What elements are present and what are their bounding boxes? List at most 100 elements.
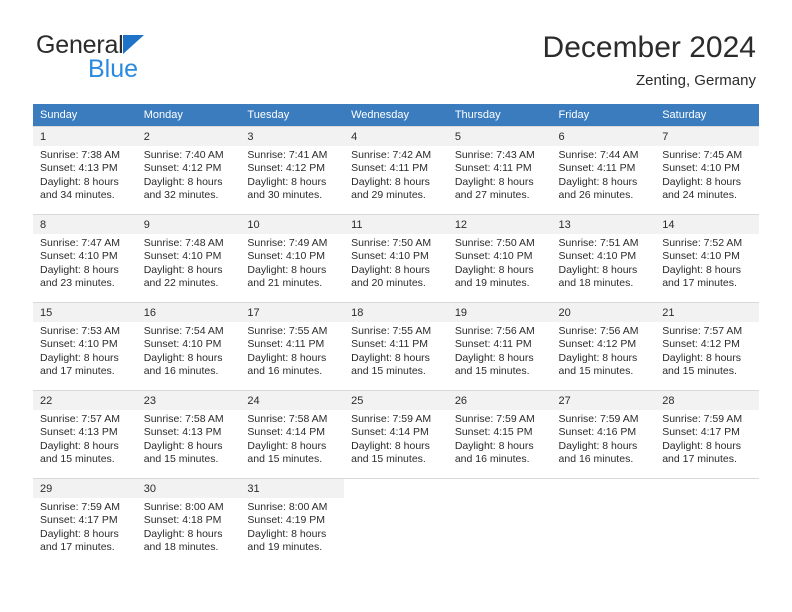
sunrise-text: Sunrise: 7:43 AM — [454, 149, 535, 161]
calendar-day-cell[interactable]: 31 Sunrise: 8:00 AM Sunset: 4:19 PM Dayligh… — [240, 478, 345, 555]
daylight-text-line2: and 15 minutes. — [40, 453, 115, 466]
calendar-day-cell[interactable]: 8 Sunrise: 7:47 AM Sunset: 4:10 PM Daylight… — [33, 214, 137, 290]
sunrise-text: Sunrise: 7:58 AM — [247, 413, 328, 425]
day-details: Sunrise: 7:59 AM Sunset: 4:15 PM Daylight:… — [448, 410, 552, 467]
calendar-page: General Blue December 2024 Zenting, Germ… — [0, 0, 792, 612]
daylight-text-line2: and 22 minutes. — [143, 277, 219, 290]
daylight-text-line1: Daylight: 8 hours — [40, 439, 119, 452]
calendar-day-cell[interactable]: 30 Sunrise: 8:00 AM Sunset: 4:18 PM Dayligh… — [136, 478, 241, 554]
day-cell-inner: 17 Sunrise: 7:55 AM Sunset: 4:11 PM Dayligh… — [240, 302, 345, 378]
day-details — [552, 498, 656, 501]
daylight-text-line2: and 19 minutes. — [247, 541, 323, 554]
day-details: Sunrise: 7:42 AM Sunset: 4:11 PM Daylight:… — [344, 146, 448, 203]
calendar-day-cell[interactable]: 22 Sunrise: 7:57 AM Sunset: 4:13 PM Dayligh… — [33, 390, 137, 466]
sunrise-text: Sunrise: 7:47 AM — [40, 237, 120, 249]
calendar-day-cell[interactable]: 18 Sunrise: 7:55 AM Sunset: 4:11 PM Dayligh… — [344, 302, 448, 378]
sunset-text: Sunset: 4:15 PM — [454, 426, 533, 439]
calendar-day-cell[interactable]: 13 Sunrise: 7:51 AM Sunset: 4:10 PM Dayligh… — [551, 214, 656, 291]
daylight-text-line1: Daylight: 8 hours — [247, 351, 327, 364]
calendar-day-cell[interactable]: 7 Sunrise: 7:45 AM Sunset: 4:10 PM Daylight… — [655, 126, 759, 202]
day-cell-inner: 14 Sunrise: 7:52 AM Sunset: 4:10 PM Dayligh… — [655, 214, 759, 290]
calendar-day-cell[interactable]: 10 Sunrise: 7:49 AM Sunset: 4:10 PM Dayligh… — [240, 214, 345, 290]
week-spacer — [33, 290, 759, 302]
day-details — [655, 498, 759, 501]
daylight-text-line1: Daylight: 8 hours — [247, 175, 327, 188]
calendar-day-cell[interactable]: 9 Sunrise: 7:48 AM Sunset: 4:10 PM Daylight… — [136, 214, 241, 291]
day-cell-inner: 20 Sunrise: 7:56 AM Sunset: 4:12 PM Dayligh… — [551, 302, 656, 379]
daylight-text-line2: and 17 minutes. — [662, 277, 737, 290]
daylight-text-line2: and 16 minutes. — [454, 453, 530, 466]
sunset-text: Sunset: 4:14 PM — [351, 426, 429, 439]
day-number: 18 — [344, 303, 448, 322]
calendar-day-cell[interactable]: 19 Sunrise: 7:56 AM Sunset: 4:11 PM Dayligh… — [447, 302, 552, 378]
sunrise-text: Sunrise: 7:55 AM — [247, 325, 328, 337]
calendar-day-cell[interactable]: 11 Sunrise: 7:50 AM Sunset: 4:10 PM Dayligh… — [344, 214, 448, 290]
calendar-day-cell[interactable]: 27 Sunrise: 7:59 AM Sunset: 4:16 PM Dayligh… — [551, 390, 656, 466]
calendar-day-cell[interactable]: 6 Sunrise: 7:44 AM Sunset: 4:11 PM Daylight… — [551, 126, 656, 202]
daylight-text-line2: and 17 minutes. — [40, 541, 115, 554]
day-details: Sunrise: 7:59 AM Sunset: 4:14 PM Daylight:… — [344, 410, 448, 467]
calendar-day-cell[interactable]: 15 Sunrise: 7:53 AM Sunset: 4:10 PM Dayligh… — [33, 302, 137, 378]
logo-text-blue: Blue — [88, 55, 139, 83]
day-details: Sunrise: 7:51 AM Sunset: 4:10 PM Daylight:… — [552, 234, 656, 291]
sunrise-text: Sunrise: 8:00 AM — [143, 501, 224, 513]
day-cell-inner — [551, 478, 656, 554]
sunrise-text: Sunrise: 8:00 AM — [247, 501, 328, 513]
daylight-text-line1: Daylight: 8 hours — [558, 351, 638, 364]
sunset-text: Sunset: 4:16 PM — [558, 426, 637, 439]
day-number: 13 — [551, 215, 656, 234]
day-details: Sunrise: 7:58 AM Sunset: 4:14 PM Daylight:… — [240, 410, 344, 467]
day-number: 26 — [447, 391, 552, 410]
calendar-day-cell[interactable]: 14 Sunrise: 7:52 AM Sunset: 4:10 PM Dayligh… — [655, 214, 759, 290]
calendar-day-cell[interactable]: 12 Sunrise: 7:50 AM Sunset: 4:10 PM Dayligh… — [447, 214, 552, 290]
calendar-day-cell[interactable]: 17 Sunrise: 7:55 AM Sunset: 4:11 PM Dayligh… — [240, 302, 345, 378]
calendar-day-cell[interactable]: 21 Sunrise: 7:57 AM Sunset: 4:12 PM Dayligh… — [655, 302, 759, 378]
calendar-day-cell[interactable]: 1 Sunrise: 7:38 AM Sunset: 4:13 PM Daylight… — [33, 126, 137, 202]
day-cell-inner: 24 Sunrise: 7:58 AM Sunset: 4:14 PM Dayligh… — [240, 390, 345, 467]
day-cell-inner: 1 Sunrise: 7:38 AM Sunset: 4:13 PM Daylight… — [33, 126, 137, 202]
sunrise-text: Sunrise: 7:55 AM — [351, 325, 432, 337]
day-cell-inner: 16 Sunrise: 7:54 AM Sunset: 4:10 PM Dayligh… — [136, 302, 241, 378]
calendar-day-cell[interactable]: 24 Sunrise: 7:58 AM Sunset: 4:14 PM Dayligh… — [240, 390, 345, 467]
calendar-day-cell-empty — [344, 478, 448, 554]
calendar-day-cell[interactable]: 25 Sunrise: 7:59 AM Sunset: 4:14 PM Dayligh… — [344, 390, 448, 466]
calendar-day-cell[interactable]: 23 Sunrise: 7:58 AM Sunset: 4:13 PM Dayligh… — [136, 390, 241, 467]
daylight-text-line1: Daylight: 8 hours — [662, 351, 742, 364]
day-number: 29 — [33, 479, 137, 498]
day-details: Sunrise: 7:56 AM Sunset: 4:12 PM Daylight:… — [552, 322, 656, 379]
calendar-day-cell[interactable]: 16 Sunrise: 7:54 AM Sunset: 4:10 PM Dayligh… — [136, 302, 241, 378]
day-details: Sunrise: 7:58 AM Sunset: 4:13 PM Daylight:… — [137, 410, 241, 467]
daylight-text-line1: Daylight: 8 hours — [662, 263, 742, 276]
calendar-day-cell[interactable]: 2 Sunrise: 7:40 AM Sunset: 4:12 PM Daylight… — [136, 126, 241, 202]
day-number: 24 — [240, 391, 345, 410]
day-cell-inner — [447, 478, 552, 554]
daylight-text-line2: and 17 minutes. — [662, 453, 737, 466]
daylight-text-line1: Daylight: 8 hours — [247, 527, 327, 540]
sunset-text: Sunset: 4:14 PM — [247, 426, 326, 439]
daylight-text-line1: Daylight: 8 hours — [454, 175, 534, 188]
calendar-day-cell[interactable]: 29 Sunrise: 7:59 AM Sunset: 4:17 PM Dayligh… — [33, 478, 137, 554]
calendar-week-row: 22 Sunrise: 7:57 AM Sunset: 4:13 PM Dayligh… — [33, 390, 759, 466]
week-spacer-cell — [33, 378, 759, 390]
sunset-text: Sunset: 4:11 PM — [454, 162, 532, 175]
sunset-text: Sunset: 4:10 PM — [247, 250, 326, 263]
generalblue-logo[interactable]: General Blue — [36, 33, 216, 89]
sunset-text: Sunset: 4:12 PM — [662, 338, 740, 351]
daylight-text-line2: and 16 minutes. — [247, 365, 323, 378]
weekday-header-friday: Friday — [551, 104, 656, 126]
calendar-day-cell[interactable]: 20 Sunrise: 7:56 AM Sunset: 4:12 PM Dayligh… — [551, 302, 656, 379]
day-details: Sunrise: 8:00 AM Sunset: 4:19 PM Daylight:… — [240, 498, 344, 555]
calendar-day-cell[interactable]: 28 Sunrise: 7:59 AM Sunset: 4:17 PM Dayligh… — [655, 390, 759, 466]
daylight-text-line1: Daylight: 8 hours — [454, 263, 534, 276]
daylight-text-line2: and 15 minutes. — [351, 453, 426, 466]
calendar-day-cell[interactable]: 5 Sunrise: 7:43 AM Sunset: 4:11 PM Daylight… — [447, 126, 552, 202]
day-details: Sunrise: 7:48 AM Sunset: 4:10 PM Daylight:… — [137, 234, 241, 291]
calendar-day-cell[interactable]: 26 Sunrise: 7:59 AM Sunset: 4:15 PM Dayligh… — [447, 390, 552, 467]
daylight-text-line2: and 17 minutes. — [40, 365, 115, 378]
calendar-day-cell[interactable]: 3 Sunrise: 7:41 AM Sunset: 4:12 PM Daylight… — [240, 126, 345, 202]
day-details: Sunrise: 7:59 AM Sunset: 4:17 PM Daylight:… — [33, 498, 137, 555]
calendar-day-cell[interactable]: 4 Sunrise: 7:42 AM Sunset: 4:11 PM Daylight… — [344, 126, 448, 202]
day-cell-inner: 9 Sunrise: 7:48 AM Sunset: 4:10 PM Daylight… — [136, 214, 241, 291]
daylight-text-line2: and 16 minutes. — [558, 453, 634, 466]
day-number: 17 — [240, 303, 345, 322]
